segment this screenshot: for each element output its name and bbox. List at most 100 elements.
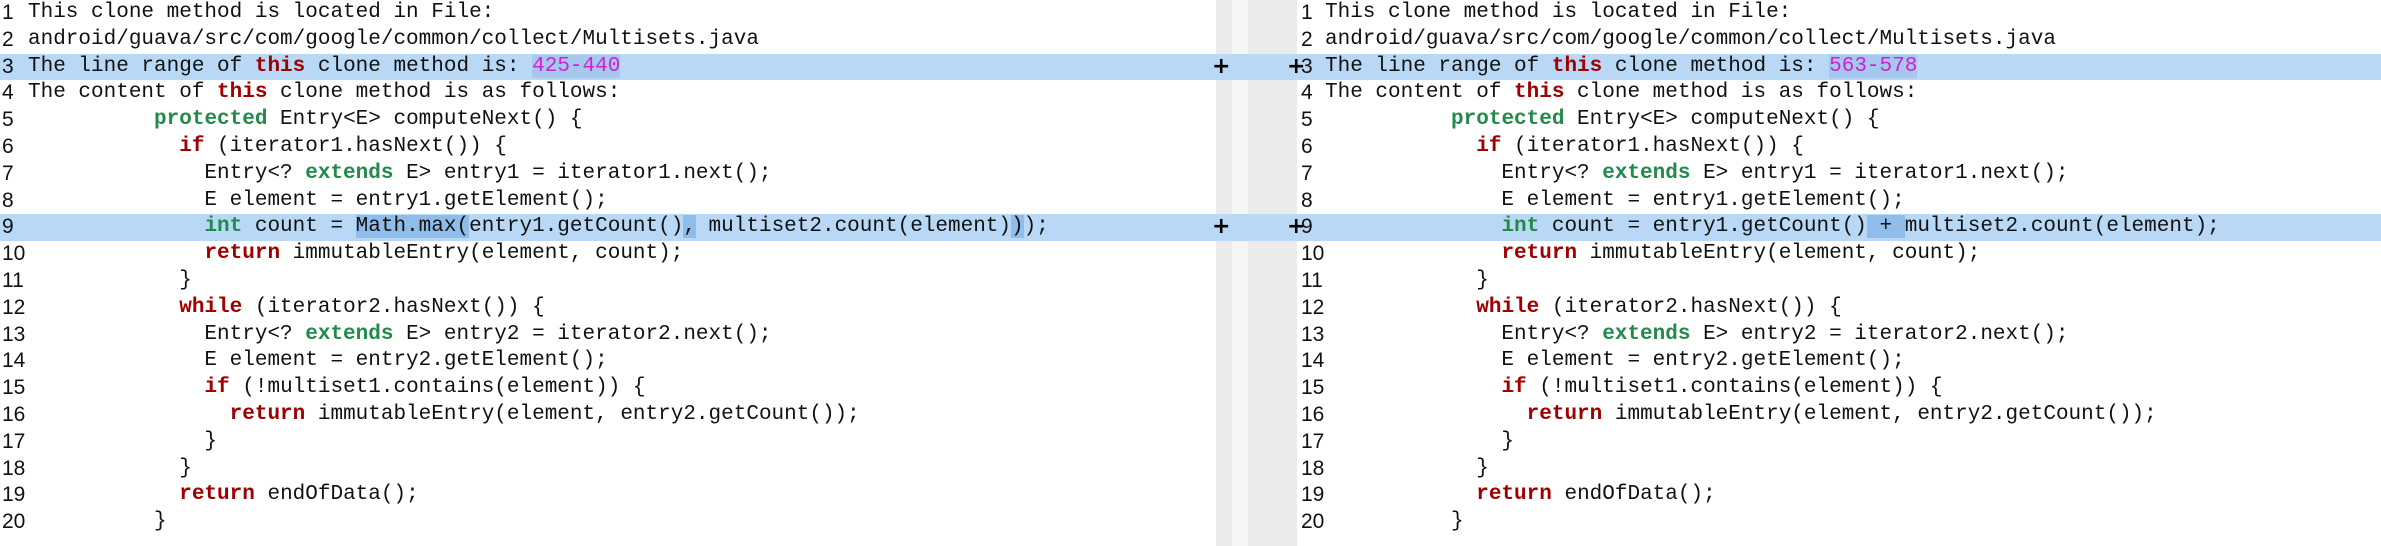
code-text: (iterator2.hasNext()) { <box>1539 295 1842 319</box>
line-code: The content of this clone method is as f… <box>1325 80 1917 107</box>
code-text: clone method is as follows: <box>267 81 621 105</box>
keyword: int <box>1501 215 1540 239</box>
code-text: } <box>1325 510 1464 534</box>
code-line: 1 This clone method is located in File: <box>0 0 1216 27</box>
line-number: 15 <box>1301 376 1325 400</box>
line-code: if (iterator1.hasNext()) { <box>28 134 507 161</box>
code-text: This clone method is located in File: <box>28 1 495 24</box>
line-number: 5 <box>2 108 14 132</box>
line-number: 15 <box>2 376 26 400</box>
line-number: 1 <box>2 1 14 24</box>
code-line: 14 E element = entry2.getElement(); <box>0 348 1216 375</box>
left-code-pane[interactable]: 1 This clone method is located in File: 2 a… <box>0 0 1216 546</box>
code-line: 7 Entry<? extends E> entry1 = iterator1.… <box>1297 161 2381 188</box>
line-number: 12 <box>1301 295 1325 319</box>
code-text: multiset2.count(element) <box>695 215 1012 239</box>
code-text: clone method is as follows: <box>1564 81 1918 105</box>
line-code: } <box>28 268 192 295</box>
line-number: 10 <box>1301 242 1325 266</box>
keyword: protected <box>1451 108 1565 132</box>
code-line: 17 } <box>0 429 1216 456</box>
keyword: extends <box>305 322 394 346</box>
line-code: return immutableEntry(element, entry2.ge… <box>1325 402 2157 429</box>
code-text: } <box>1325 456 1489 480</box>
code-text: } <box>28 510 167 534</box>
line-code: int count = Math.max(entry1.getCount(), … <box>28 214 1049 241</box>
line-number: 2 <box>1301 27 1313 51</box>
line-code: return immutableEntry(element, entry2.ge… <box>28 402 860 429</box>
line-code: while (iterator2.hasNext()) { <box>1325 295 1842 322</box>
code-line: 5 protected Entry<E> computeNext() { <box>1297 107 2381 134</box>
code-line: 6 if (iterator1.hasNext()) { <box>1297 134 2381 161</box>
line-number: 7 <box>2 161 14 185</box>
code-line: 4 The content of this clone method is as … <box>1297 80 2381 107</box>
keyword: extends <box>1602 161 1691 185</box>
code-line: 20 } <box>1297 509 2381 536</box>
keyword: this <box>1514 81 1565 105</box>
code-text: E element = entry1.getElement(); <box>1325 188 1905 212</box>
code-line: 17 } <box>1297 429 2381 456</box>
line-code: Entry<? extends E> entry1 = iterator1.ne… <box>28 161 771 188</box>
range-number: 425 <box>532 54 570 78</box>
code-line: 6 if (iterator1.hasNext()) { <box>0 134 1216 161</box>
keyword: extends <box>305 161 394 185</box>
line-code: while (iterator2.hasNext()) { <box>28 295 544 322</box>
line-number: 14 <box>1301 349 1325 373</box>
code-text: E> entry2 = iterator2.next(); <box>393 322 772 346</box>
line-number: 10 <box>2 242 26 266</box>
code-line: 11 } <box>0 268 1216 295</box>
code-line: 18 } <box>1297 456 2381 483</box>
line-code: } <box>1325 429 1514 456</box>
line-number: 7 <box>1301 161 1313 185</box>
copy-right-icon[interactable]: + <box>1212 54 1230 81</box>
line-number: 5 <box>1301 108 1313 132</box>
code-line: 8 E element = entry1.getElement(); <box>0 188 1216 215</box>
copy-left-icon[interactable]: + <box>1287 214 1305 241</box>
line-number: 6 <box>2 134 14 158</box>
line-number: 20 <box>2 510 26 534</box>
code-text: } <box>28 268 192 292</box>
line-number: 20 <box>1301 510 1325 534</box>
line-number: 1 <box>1301 1 1313 24</box>
code-text: clone method is: <box>1602 54 1830 78</box>
line-code: if (!multiset1.contains(element)) { <box>1325 375 1942 402</box>
right-code-pane[interactable]: 1 This clone method is located in File: 2 a… <box>1297 0 2381 546</box>
code-text: immutableEntry(element, count); <box>1577 242 1981 266</box>
line-number: 17 <box>2 429 26 453</box>
keyword: return <box>204 242 281 266</box>
code-line: 16 return immutableEntry(element, entry2… <box>0 402 1216 429</box>
copy-left-icon[interactable]: + <box>1287 54 1305 81</box>
code-line-changed: 9 int count = entry1.getCount() + multis… <box>1297 214 2381 242</box>
line-code: protected Entry<E> computeNext() { <box>28 107 582 134</box>
code-text: } <box>28 429 218 453</box>
line-number: 14 <box>2 349 26 373</box>
copy-right-icon[interactable]: + <box>1212 214 1230 241</box>
line-number: 6 <box>1301 134 1313 158</box>
line-code: } <box>1325 509 1464 536</box>
line-number: 4 <box>1301 81 1313 105</box>
code-line: 15 if (!multiset1.contains(element)) { <box>0 375 1216 402</box>
code-text: The line range of <box>1325 54 1552 78</box>
keyword: if <box>204 376 230 400</box>
line-number: 13 <box>2 322 26 346</box>
line-code: The line range of this clone method is: … <box>1325 54 1918 81</box>
diff-highlight: Math.max( <box>355 215 470 239</box>
keyword: return <box>179 483 255 507</box>
code-line-changed: 9 int count = Math.max(entry1.getCount()… <box>0 214 1216 242</box>
line-number: 17 <box>1301 429 1325 453</box>
diff-highlight: ) <box>1011 215 1024 239</box>
line-code: This clone method is located in File: <box>1325 0 1791 27</box>
code-text: android/guava/src/com/google/common/coll… <box>28 27 759 51</box>
code-line: 12 while (iterator2.hasNext()) { <box>1297 295 2381 322</box>
code-text: The line range of <box>28 54 255 78</box>
code-text: E element = entry1.getElement(); <box>28 188 608 212</box>
code-text: Entry<? <box>1325 322 1603 346</box>
code-text: immutableEntry(element, count); <box>280 242 684 266</box>
